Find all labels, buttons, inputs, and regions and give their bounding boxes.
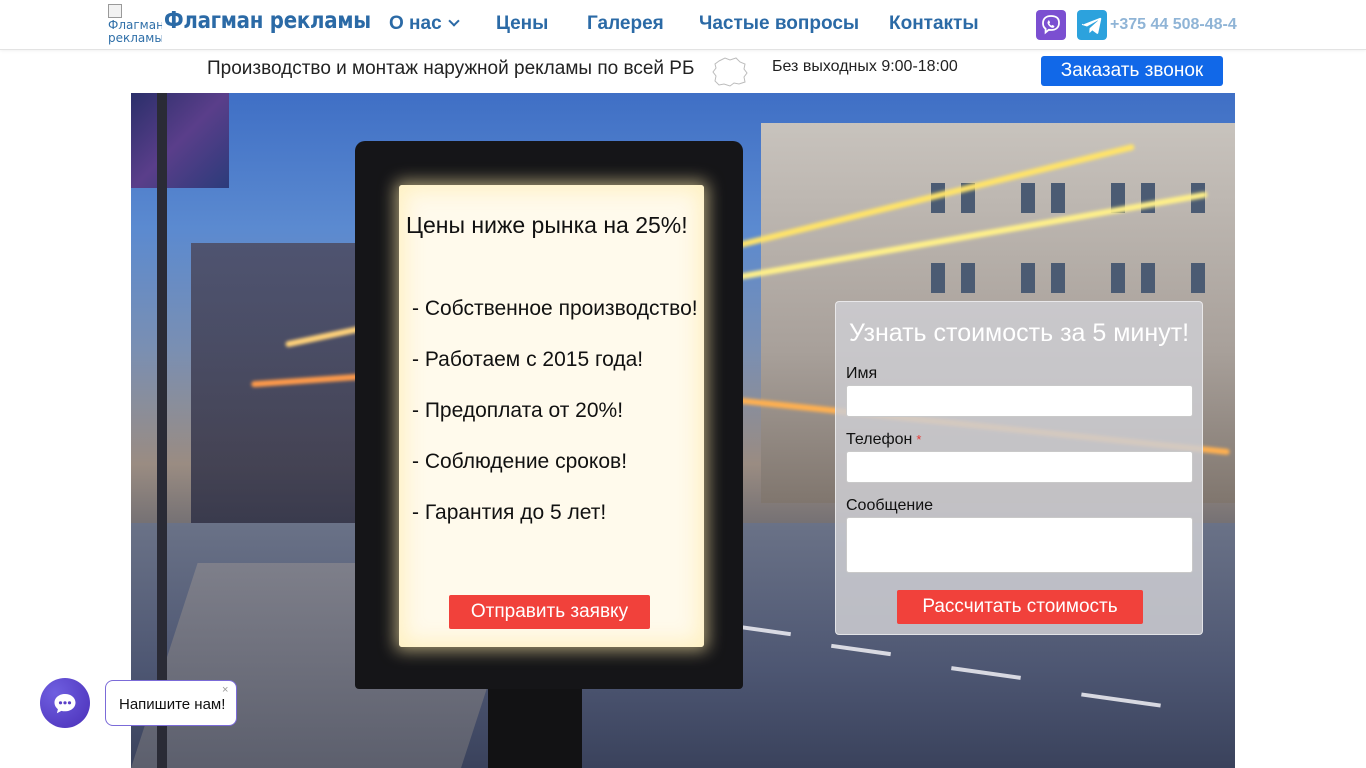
broken-image-icon	[108, 4, 122, 18]
chat-button[interactable]	[40, 678, 90, 728]
info-bar: Производство и монтаж наружной рекламы п…	[0, 51, 1366, 93]
form-title: Узнать стоимость за 5 минут!	[849, 319, 1190, 347]
benefit-item: - Работаем с 2015 года!	[412, 348, 644, 371]
lamp-post	[157, 93, 167, 768]
site-header: Флагман рекламы Флагман рекламы О нас Це…	[0, 0, 1366, 50]
nav-item-faq[interactable]: Частые вопросы	[699, 13, 859, 35]
benefit-item: - Собственное производство!	[412, 297, 698, 320]
belarus-map-icon	[712, 57, 748, 87]
tagline: Производство и монтаж наружной рекламы п…	[207, 58, 695, 79]
close-icon[interactable]: ×	[222, 684, 228, 696]
message-label: Сообщение	[846, 497, 934, 514]
logo-image-broken[interactable]: Флагман рекламы	[108, 4, 162, 46]
benefit-item: - Предоплата от 20%!	[412, 399, 624, 422]
logo-text[interactable]: Флагман рекламы	[164, 8, 371, 34]
telegram-icon[interactable]	[1077, 10, 1107, 40]
chat-prompt-bubble[interactable]: Напишите нам! ×	[105, 680, 237, 726]
chevron-down-icon	[448, 15, 460, 27]
calculate-price-button[interactable]: Рассчитать стоимость	[897, 590, 1143, 624]
required-mark: *	[916, 432, 922, 447]
phone-label-text: Телефон	[846, 431, 913, 448]
logo-alt-text: Флагман рекламы	[108, 18, 162, 45]
nav-item-contacts[interactable]: Контакты	[889, 13, 979, 35]
phone-input[interactable]	[846, 451, 1193, 483]
nav-item-gallery[interactable]: Галерея	[587, 13, 664, 35]
viber-icon[interactable]	[1036, 10, 1066, 40]
name-label: Имя	[846, 365, 878, 382]
price-request-form: Узнать стоимость за 5 минут! Имя Телефон…	[835, 301, 1203, 635]
nav-item-about[interactable]: О нас	[389, 13, 460, 35]
phone-label: Телефон *	[846, 431, 921, 449]
billboard-post	[488, 689, 582, 768]
order-call-button[interactable]: Заказать звонок	[1041, 56, 1223, 86]
nav-item-prices[interactable]: Цены	[496, 13, 548, 35]
working-hours: Без выходных 9:00-18:00	[772, 58, 958, 75]
benefit-item: - Гарантия до 5 лет!	[412, 501, 607, 524]
benefit-item: - Соблюдение сроков!	[412, 450, 628, 473]
chat-icon	[54, 694, 76, 714]
name-input[interactable]	[846, 385, 1193, 417]
send-request-button[interactable]: Отправить заявку	[449, 595, 650, 629]
chat-prompt-text: Напишите нам!	[119, 696, 226, 713]
message-textarea[interactable]	[846, 517, 1193, 573]
billboard-title: Цены ниже рынка на 25%!	[406, 212, 688, 238]
background-banner	[131, 93, 229, 188]
nav-item-about-label: О нас	[389, 13, 442, 34]
hero-banner: Цены ниже рынка на 25%! - Собственное пр…	[131, 93, 1235, 768]
benefits-list: - Собственное производство! - Работаем с…	[412, 297, 698, 552]
phone-link[interactable]: +375 44 508-48-4	[1110, 16, 1238, 34]
